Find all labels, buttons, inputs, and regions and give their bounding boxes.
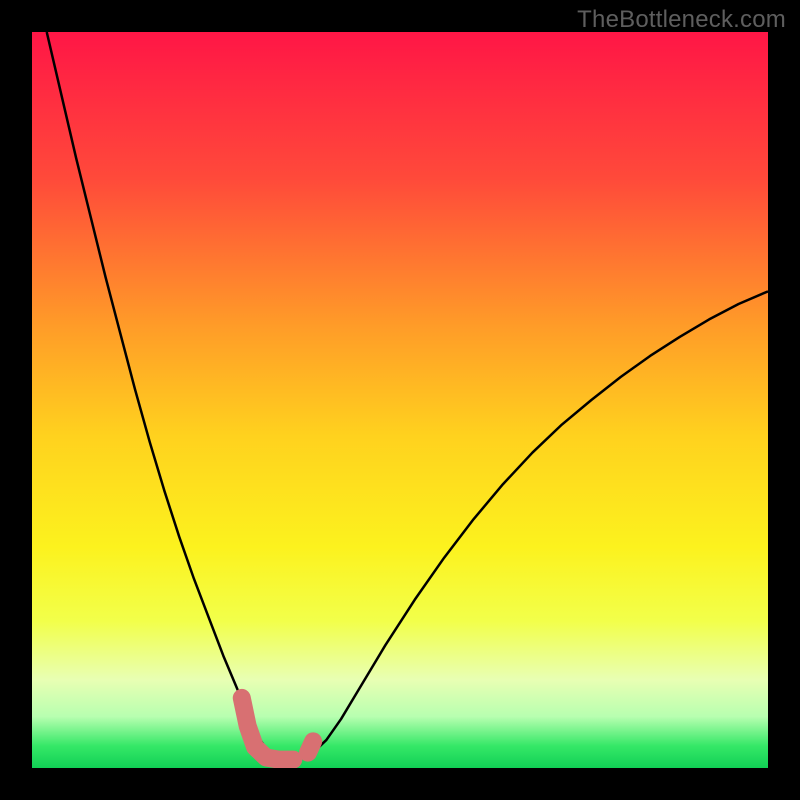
chart-svg bbox=[32, 32, 768, 768]
watermark-text: TheBottleneck.com bbox=[577, 6, 786, 34]
plot-area bbox=[32, 32, 768, 768]
chart-frame: TheBottleneck.com bbox=[0, 0, 800, 800]
gradient-background bbox=[32, 32, 768, 768]
highlight-slug-right bbox=[308, 741, 313, 752]
